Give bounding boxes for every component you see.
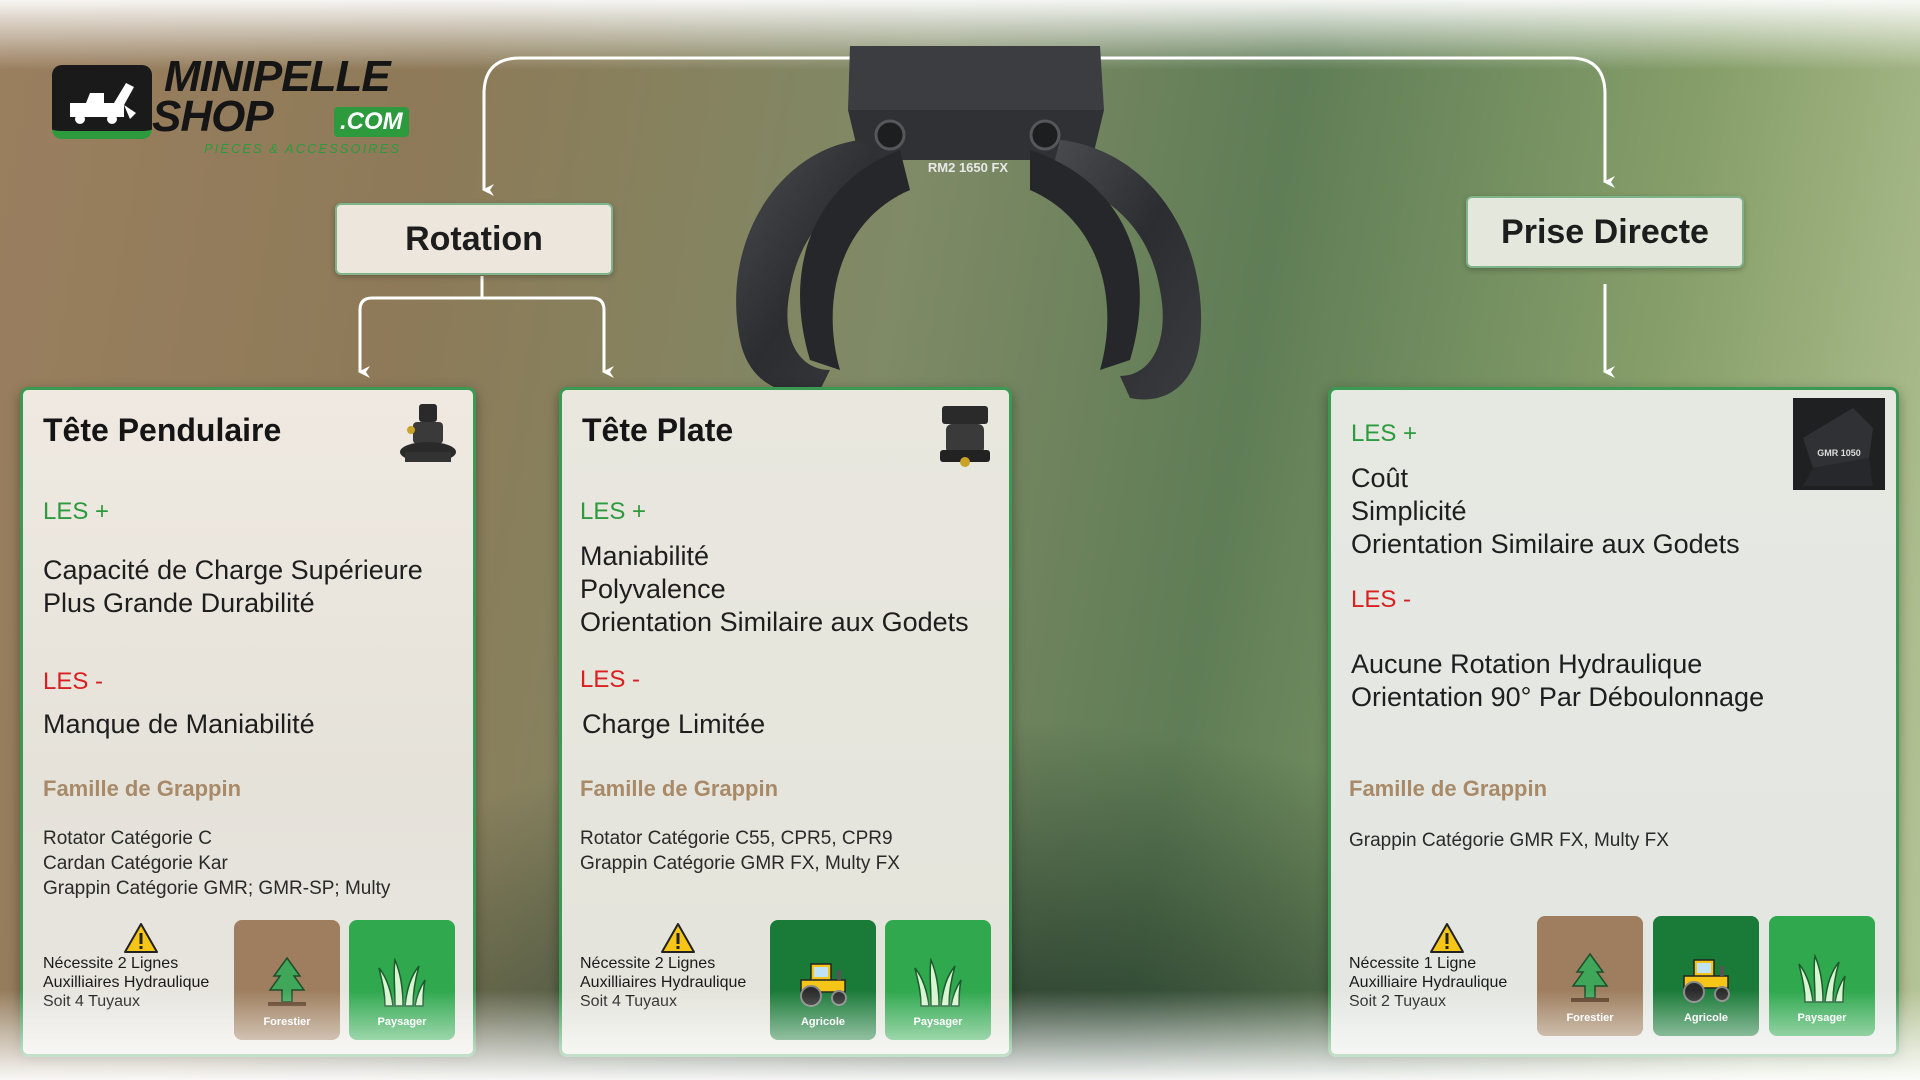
usage-tile-agricole: Agricole <box>1653 916 1759 1036</box>
warning-line: Nécessite 2 Lignes <box>580 955 716 972</box>
family-item: Grappin Catégorie GMR; GMR-SP; Multy <box>43 878 391 899</box>
plus-label: LES + <box>43 498 110 525</box>
minus-label: LES - <box>580 666 641 693</box>
warning-icon <box>661 923 695 953</box>
grass-icon <box>914 957 962 1007</box>
family-item: Rotator Catégorie C55, CPR5, CPR9 <box>580 828 893 849</box>
grass-icon <box>378 957 426 1007</box>
usage-tile-paysager: Paysager <box>349 920 455 1040</box>
plus-item: Polyvalence <box>580 574 726 604</box>
tractor-icon <box>800 963 847 1007</box>
usage-tile-paysager: Paysager <box>1769 916 1875 1036</box>
card-tete-plate: Tête Plate LES + Maniabilité Polyvalence… <box>559 387 1012 1057</box>
flat-rotator-icon <box>940 406 990 467</box>
warning-line: Auxilliaires Hydraulique <box>580 974 747 991</box>
family-label: Famille de Grappin <box>1349 776 1548 801</box>
plus-item: Capacité de Charge Supérieure <box>43 555 423 585</box>
tractor-icon <box>1683 959 1730 1003</box>
usage-label: Paysager <box>1797 1012 1847 1024</box>
card-prise-directe: GMR 1050 LES + Coût Simplicité Orientati… <box>1328 387 1899 1057</box>
usage-label: Forestier <box>263 1016 311 1028</box>
warning-block: Nécessite 1 Ligne Auxilliaire Hydrauliqu… <box>1349 922 1549 1011</box>
card-title: Tête Pendulaire <box>43 412 282 448</box>
minus-item: Manque de Maniabilité <box>43 709 315 739</box>
usage-label: Paysager <box>377 1016 427 1028</box>
warning-line: Soit 2 Tuyaux <box>1349 993 1446 1010</box>
minus-item: Orientation 90° Par Déboulonnage <box>1351 682 1765 712</box>
family-list: Grappin Catégorie GMR FX, Multy FX <box>1349 828 1669 853</box>
branch-rotation: Rotation <box>335 203 613 275</box>
family-item: Grappin Catégorie GMR FX, Multy FX <box>580 853 900 874</box>
family-list: Rotator Catégorie C55, CPR5, CPR9 Grappi… <box>580 826 900 876</box>
plus-item: Simplicité <box>1351 496 1467 526</box>
warning-icon <box>124 923 158 953</box>
plus-list: Capacité de Charge Supérieure Plus Grand… <box>43 554 423 620</box>
plus-item: Maniabilité <box>580 541 710 571</box>
usage-label: Paysager <box>913 1016 963 1028</box>
usage-tile-forestier: Forestier <box>1537 916 1643 1036</box>
warning-line: Soit 4 Tuyaux <box>580 993 677 1010</box>
forest-tree-icon <box>1571 952 1609 1002</box>
minus-list: Charge Limitée <box>582 708 765 741</box>
warning-line: Auxilliaires Hydraulique <box>43 974 210 991</box>
grass-icon <box>1798 953 1846 1003</box>
direct-mount-grapple-icon: GMR 1050 <box>1793 398 1885 490</box>
minus-label: LES - <box>43 668 104 695</box>
plus-item: Orientation Similaire aux Godets <box>1351 529 1740 559</box>
plus-label: LES + <box>1351 420 1418 447</box>
forest-tree-icon <box>268 956 306 1006</box>
pendular-rotator-icon <box>400 404 456 462</box>
warning-line: Auxilliaire Hydraulique <box>1349 974 1508 991</box>
grapple-image: RM2 1650 FX <box>736 46 1202 400</box>
thumb-model-label: GMR 1050 <box>1817 448 1861 458</box>
family-item: Grappin Catégorie GMR FX, Multy FX <box>1349 830 1669 851</box>
family-list: Rotator Catégorie C Cardan Catégorie Kar… <box>43 826 390 901</box>
card-title: Tête Plate <box>582 412 734 448</box>
usage-tile-forestier: Forestier <box>234 920 340 1040</box>
plus-list: Maniabilité Polyvalence Orientation Simi… <box>580 540 969 639</box>
plus-item: Coût <box>1351 463 1409 493</box>
family-item: Cardan Catégorie Kar <box>43 853 228 874</box>
family-label: Famille de Grappin <box>43 776 242 801</box>
minus-label: LES - <box>1351 586 1412 613</box>
usage-label: Agricole <box>800 1016 845 1028</box>
warning-block: Nécessite 2 Lignes Auxilliaires Hydrauli… <box>43 922 243 1011</box>
minus-list: Aucune Rotation Hydraulique Orientation … <box>1351 648 1764 714</box>
family-label: Famille de Grappin <box>580 776 779 801</box>
warning-line: Soit 4 Tuyaux <box>43 993 140 1010</box>
plus-item: Plus Grande Durabilité <box>43 588 315 618</box>
warning-icon <box>1430 923 1464 953</box>
plus-list: Coût Simplicité Orientation Similaire au… <box>1351 462 1740 561</box>
warning-line: Nécessite 1 Ligne <box>1349 955 1477 972</box>
card-tete-pendulaire: Tête Pendulaire LES + Capacité de Charge… <box>20 387 476 1057</box>
family-item: Rotator Catégorie C <box>43 828 212 849</box>
minus-item: Charge Limitée <box>582 709 766 739</box>
plus-label: LES + <box>580 498 647 525</box>
usage-label: Agricole <box>1683 1012 1728 1024</box>
plus-item: Orientation Similaire aux Godets <box>580 607 969 637</box>
minus-item: Aucune Rotation Hydraulique <box>1351 649 1703 679</box>
usage-tile-paysager: Paysager <box>885 920 991 1040</box>
usage-tile-agricole: Agricole <box>770 920 876 1040</box>
minus-list: Manque de Maniabilité <box>43 708 315 741</box>
usage-label: Forestier <box>1566 1012 1614 1024</box>
warning-line: Nécessite 2 Lignes <box>43 955 179 972</box>
branch-prise-directe: Prise Directe <box>1466 196 1744 268</box>
warning-block: Nécessite 2 Lignes Auxilliaires Hydrauli… <box>580 922 780 1011</box>
grapple-model-label: RM2 1650 FX <box>928 160 1009 175</box>
